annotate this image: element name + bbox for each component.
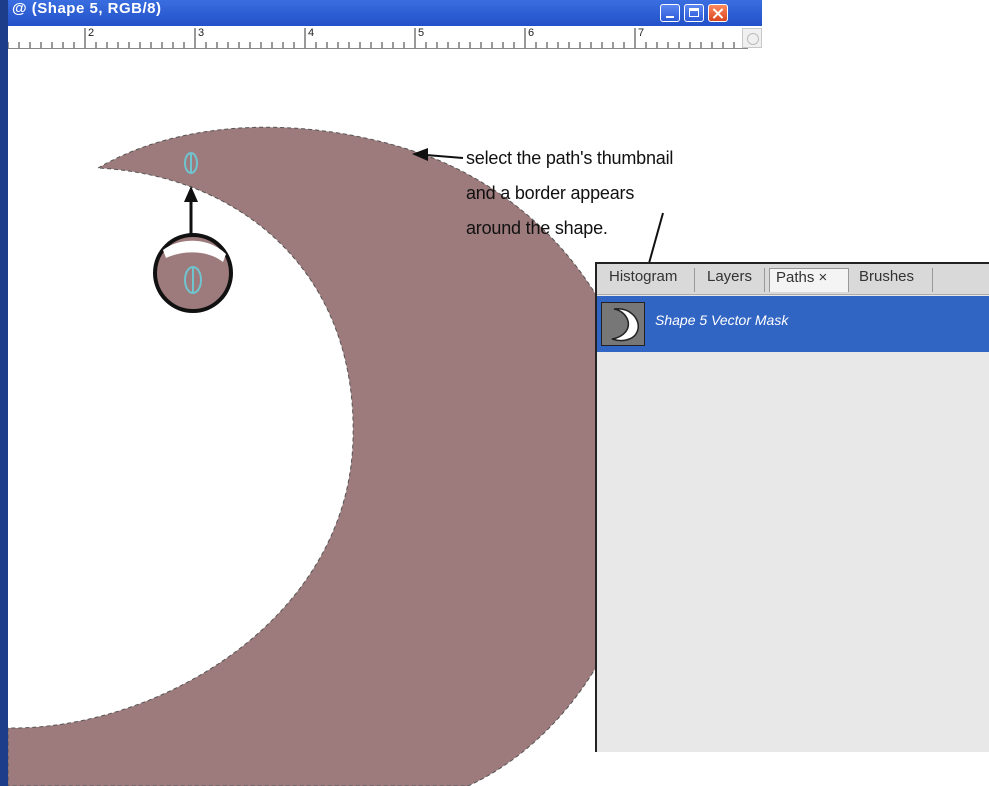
callout-arrow-up <box>184 186 198 240</box>
ruler-number: 3 <box>198 27 205 39</box>
path-thumbnail[interactable] <box>601 302 645 346</box>
tab-paths[interactable]: Paths × <box>769 268 849 292</box>
minimize-button[interactable] <box>660 4 680 22</box>
path-name: Shape 5 Vector Mask <box>655 312 789 328</box>
scrollbar-corner[interactable] <box>742 28 762 48</box>
close-button[interactable] <box>708 4 728 22</box>
tab-brushes[interactable]: Brushes <box>853 268 933 292</box>
annotation-line-2: and a border appears <box>466 183 635 203</box>
path-list-item[interactable]: Shape 5 Vector Mask <box>597 296 989 352</box>
window-titlebar[interactable]: @ (Shape 5, RGB/8) <box>8 0 762 26</box>
tab-layers[interactable]: Layers <box>701 268 765 292</box>
crescent-moon-icon <box>611 308 639 342</box>
annotation-line-3: around the shape. <box>466 218 608 238</box>
ruler-number: 7 <box>638 27 645 39</box>
tab-histogram[interactable]: Histogram <box>603 268 695 292</box>
ruler-number: 2 <box>88 27 95 39</box>
paths-list-empty-area[interactable] <box>597 352 989 752</box>
maximize-button[interactable] <box>684 4 704 22</box>
window-title: @ (Shape 5, RGB/8) <box>12 0 162 17</box>
zoom-callout-circle <box>153 233 233 313</box>
ruler-number: 6 <box>528 27 535 39</box>
ruler-number: 5 <box>418 27 425 39</box>
panel-tab-bar: Histogram Layers Paths × Brushes <box>597 264 989 295</box>
ruler-number: 4 <box>308 27 315 39</box>
paths-panel: Histogram Layers Paths × Brushes Shape 5… <box>595 262 989 752</box>
ruler-ticks <box>8 28 746 48</box>
annotation-line-1: select the path's thumbnail <box>466 148 674 168</box>
horizontal-ruler: 2 3 4 5 6 7 <box>8 26 748 49</box>
